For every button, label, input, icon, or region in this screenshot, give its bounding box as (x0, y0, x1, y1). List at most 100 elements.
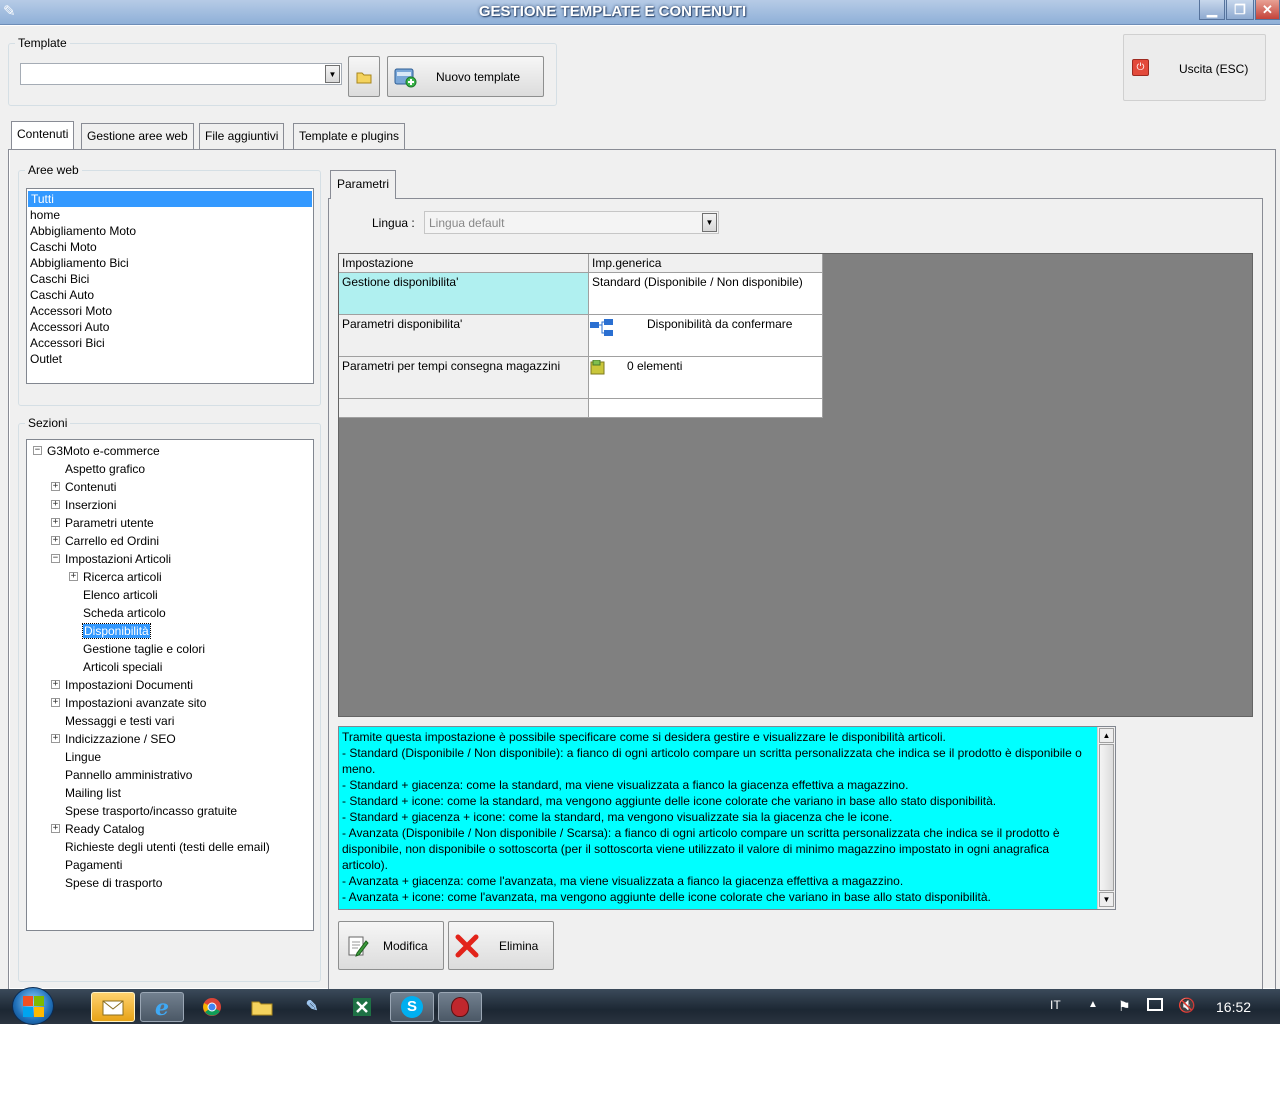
description-line: - Standard + giacenza: come la standard,… (342, 778, 909, 792)
scroll-up-icon[interactable]: ▲ (1099, 728, 1114, 743)
tree-node[interactable]: Impostazioni Documenti (65, 676, 193, 694)
taskbar-skype-icon[interactable]: S (390, 992, 434, 1022)
new-template-button[interactable]: Nuovo template (387, 56, 544, 97)
collapse-icon[interactable]: − (33, 446, 42, 455)
taskbar-app-icon[interactable] (438, 992, 482, 1022)
scroll-thumb[interactable] (1099, 744, 1114, 891)
tree-node[interactable]: Lingue (65, 748, 101, 766)
expand-icon[interactable]: + (51, 824, 60, 833)
tree-node[interactable]: Indicizzazione / SEO (65, 730, 176, 748)
list-item[interactable]: Abbigliamento Moto (27, 223, 313, 239)
expand-icon[interactable]: + (51, 482, 60, 491)
tree-node[interactable]: Spese di trasporto (65, 874, 162, 892)
lingua-select[interactable]: Lingua default ▼ (424, 211, 719, 234)
list-item[interactable]: Tutti (28, 191, 312, 207)
tree-node[interactable]: Contenuti (65, 478, 116, 496)
tree-node[interactable]: Inserzioni (65, 496, 116, 514)
list-item[interactable]: Caschi Bici (27, 271, 313, 287)
collapse-icon[interactable]: − (51, 554, 60, 563)
tree-node[interactable]: Mailing list (65, 784, 121, 802)
action-center-flag-icon[interactable]: ⚑ (1118, 998, 1131, 1015)
tab-file-aggiuntivi[interactable]: File aggiuntivi (199, 123, 285, 149)
modifica-button[interactable]: Modifica (338, 921, 444, 970)
sezioni-tree[interactable]: − G3Moto e-commerce Aspetto grafico + Conten… (26, 439, 314, 931)
scroll-down-icon[interactable]: ▼ (1099, 892, 1114, 907)
taskbar-chrome-icon[interactable] (190, 992, 234, 1022)
title-bar[interactable]: ✎ GESTIONE TEMPLATE E CONTENUTI ▁ ❐ ✕ (0, 0, 1280, 25)
expand-icon[interactable]: + (69, 572, 78, 581)
tree-node[interactable]: Ricerca articoli (83, 568, 162, 586)
expand-icon[interactable]: + (51, 734, 60, 743)
exit-button[interactable]: ⏻ Uscita (ESC) (1123, 34, 1266, 101)
template-select[interactable]: ▼ (20, 63, 342, 85)
tree-node[interactable]: Parametri utente (65, 514, 154, 532)
tree-node[interactable]: Spese trasporto/incasso gratuite (65, 802, 237, 820)
maximize-button[interactable]: ❐ (1226, 0, 1254, 20)
list-item[interactable]: Caschi Auto (27, 287, 313, 303)
tree-node[interactable]: Pagamenti (65, 856, 122, 874)
grid-row-name[interactable]: Parametri disponibilita' (339, 315, 589, 357)
grid-row-value-cell[interactable]: 0 elementi (589, 357, 823, 399)
tab-template-e-plugins[interactable]: Template e plugins (293, 123, 406, 149)
modifica-label: Modifica (383, 938, 428, 953)
taskbar-ie-icon[interactable]: e (140, 992, 184, 1022)
clock[interactable]: 16:52 (1216, 999, 1251, 1015)
tree-node[interactable]: Articoli speciali (83, 658, 162, 676)
tree-node[interactable]: Messaggi e testi vari (65, 712, 174, 730)
tree-node[interactable]: Pannello amministrativo (65, 766, 192, 784)
tree-node[interactable]: Impostazioni Articoli (65, 550, 171, 568)
parametri-grid[interactable]: Impostazione Imp.generica Gestione dispo… (338, 253, 1253, 717)
grid-row-value[interactable]: Standard (Disponibile / Non disponibile) (589, 273, 823, 315)
list-item[interactable]: Caschi Moto (27, 239, 313, 255)
tree-node[interactable]: Gestione taglie e colori (83, 640, 205, 658)
tree-node[interactable]: Disponibilità (82, 622, 151, 640)
expand-icon[interactable]: + (51, 518, 60, 527)
expand-icon[interactable]: + (51, 500, 60, 509)
grid-row-name[interactable]: Parametri per tempi consegna magazzini (339, 357, 589, 399)
chevron-down-icon[interactable]: ▼ (325, 65, 340, 83)
tab-parametri[interactable]: Parametri (330, 170, 397, 199)
tree-node[interactable]: Richieste degli utenti (testi delle emai… (65, 838, 270, 856)
list-item[interactable]: Outlet (27, 351, 313, 367)
volume-muted-icon[interactable]: 🔇 (1178, 997, 1195, 1014)
open-folder-button[interactable] (348, 56, 380, 97)
expand-icon[interactable]: + (51, 680, 60, 689)
list-item[interactable]: Accessori Moto (27, 303, 313, 319)
description-box[interactable]: Tramite questa impostazione è possibile … (338, 726, 1116, 910)
network-icon[interactable] (1147, 998, 1163, 1011)
taskbar-excel-icon[interactable] (340, 992, 384, 1022)
language-indicator[interactable]: IT (1050, 998, 1061, 1012)
tab-contenuti[interactable]: Contenuti (11, 121, 75, 149)
tab-gestione-aree-web[interactable]: Gestione aree web (81, 123, 194, 149)
expand-icon[interactable]: + (51, 698, 60, 707)
taskbar-folder-icon[interactable] (240, 992, 284, 1022)
taskbar-tool-icon[interactable]: ✎ (290, 992, 334, 1022)
show-hidden-icons-icon[interactable]: ▲ (1088, 999, 1098, 1010)
tree-node[interactable]: Impostazioni avanzate sito (65, 694, 206, 712)
description-scrollbar[interactable]: ▲ ▼ (1097, 727, 1115, 909)
tree-node[interactable]: Carrello ed Ordini (65, 532, 159, 550)
tree-node[interactable]: Aspetto grafico (65, 460, 145, 478)
taskbar-explorer-mail-icon[interactable] (91, 992, 135, 1022)
list-item[interactable]: home (27, 207, 313, 223)
exit-button-label: Uscita (ESC) (1179, 62, 1249, 76)
chevron-down-icon[interactable]: ▼ (702, 213, 717, 232)
tree-node-label: Lingue (65, 750, 102, 764)
tree-node-label: Inserzioni (65, 498, 117, 512)
start-button[interactable] (12, 987, 54, 1025)
grid-row-value-cell[interactable]: Disponibilità da confermare (589, 315, 823, 357)
tree-node[interactable]: Ready Catalog (65, 820, 144, 838)
list-item[interactable]: Accessori Auto (27, 319, 313, 335)
new-template-label: Nuovo template (436, 69, 521, 84)
list-item[interactable]: Accessori Bici (27, 335, 313, 351)
close-button[interactable]: ✕ (1255, 0, 1280, 20)
minimize-button[interactable]: ▁ (1199, 0, 1225, 20)
tree-node[interactable]: Scheda articolo (83, 604, 166, 622)
aree-web-list[interactable]: Tutti home Abbigliamento Moto Caschi Mot… (26, 188, 314, 384)
expand-icon[interactable]: + (51, 536, 60, 545)
grid-row-name[interactable]: Gestione disponibilita' (339, 273, 589, 315)
tree-node[interactable]: G3Moto e-commerce (47, 442, 160, 460)
list-item[interactable]: Abbigliamento Bici (27, 255, 313, 271)
elimina-button[interactable]: Elimina (448, 921, 554, 970)
tree-node[interactable]: Elenco articoli (83, 586, 158, 604)
